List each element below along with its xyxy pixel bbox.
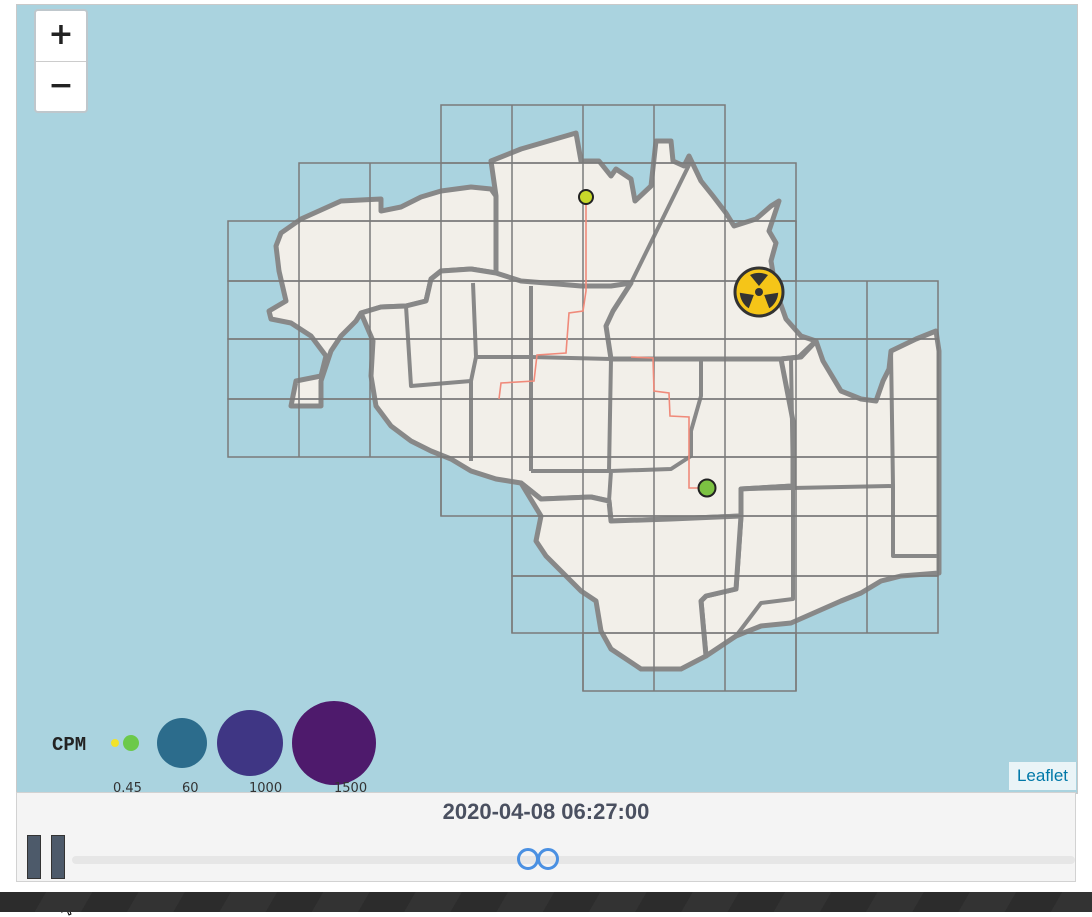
- time-slider-handle-start[interactable]: [517, 848, 539, 870]
- legend-title: CPM: [52, 734, 87, 756]
- legend-circle-1000: [217, 710, 283, 776]
- pause-icon: [27, 835, 41, 879]
- radiation-icon[interactable]: [733, 266, 785, 318]
- current-time: 2020-04-08 06:27:00: [442, 799, 650, 824]
- legend-dot-green: [123, 735, 139, 751]
- legend-circle-60: [157, 718, 207, 768]
- leaflet-attribution-link[interactable]: Leaflet: [1008, 762, 1076, 790]
- legend-label-0-45: 0.45: [113, 781, 142, 796]
- sensor-marker-yellow[interactable]: [578, 189, 594, 205]
- zoom-in-button[interactable]: +: [36, 11, 86, 61]
- pause-button[interactable]: [27, 835, 75, 916]
- legend-label-60: 60: [182, 781, 199, 796]
- page-footer-strip: [0, 892, 1092, 912]
- pause-icon-bar: [51, 835, 65, 879]
- timeline-control: 2020-04-08 06:27:00: [16, 792, 1076, 916]
- legend-swatches: [111, 701, 376, 785]
- sensor-marker-green[interactable]: [697, 478, 717, 498]
- map-canvas[interactable]: [16, 4, 1078, 794]
- legend-circle-1500: [292, 701, 376, 785]
- time-slider-track[interactable]: [72, 856, 1075, 864]
- map-layer: [111, 104, 942, 785]
- map-widget: + − CPM 0.45 60 1000 1500 Leaflet 2020-0…: [0, 0, 1092, 916]
- legend-label-1000: 1000: [249, 781, 283, 796]
- time-slider-handle-end[interactable]: [537, 848, 559, 870]
- zoom-control: + −: [34, 9, 88, 113]
- legend-label-1500: 1500: [334, 781, 368, 796]
- zoom-out-button[interactable]: −: [36, 61, 86, 112]
- legend-dot-yellow: [111, 739, 119, 747]
